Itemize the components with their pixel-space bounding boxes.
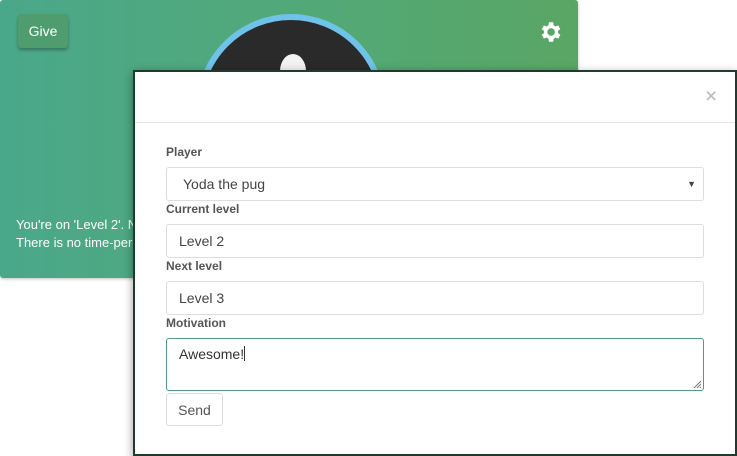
text-cursor bbox=[244, 346, 246, 361]
next-level-field[interactable]: Level 3 bbox=[166, 281, 704, 315]
next-level-value: Level 3 bbox=[179, 290, 225, 306]
level-status-line2: There is no time-peri bbox=[16, 235, 136, 250]
player-select[interactable]: Yoda the pug ▼ bbox=[166, 167, 704, 201]
give-form: Player Yoda the pug ▼ Current level Leve… bbox=[166, 144, 705, 426]
gear-icon[interactable] bbox=[537, 19, 563, 45]
current-level-label: Current level bbox=[166, 202, 240, 216]
player-label: Player bbox=[166, 145, 203, 159]
close-icon[interactable]: × bbox=[705, 86, 717, 107]
modal-header: × bbox=[135, 72, 735, 123]
level-status-line1: You're on 'Level 2'. N bbox=[16, 217, 138, 232]
motivation-label: Motivation bbox=[166, 316, 226, 330]
resize-grip-icon[interactable] bbox=[693, 380, 701, 388]
level-status-text: You're on 'Level 2'. N There is no time-… bbox=[16, 216, 137, 252]
motivation-textarea[interactable]: Awesome! bbox=[166, 338, 704, 391]
give-button[interactable]: Give bbox=[18, 14, 68, 48]
next-level-label: Next level bbox=[166, 259, 223, 273]
motivation-value: Awesome! bbox=[179, 346, 245, 362]
give-modal: × Player Yoda the pug ▼ Current level Le… bbox=[133, 70, 737, 456]
current-level-field[interactable]: Level 2 bbox=[166, 224, 704, 258]
current-level-value: Level 2 bbox=[179, 233, 225, 249]
send-button[interactable]: Send bbox=[166, 393, 223, 426]
player-select-value: Yoda the pug bbox=[183, 176, 266, 192]
chevron-down-icon: ▼ bbox=[687, 179, 696, 189]
